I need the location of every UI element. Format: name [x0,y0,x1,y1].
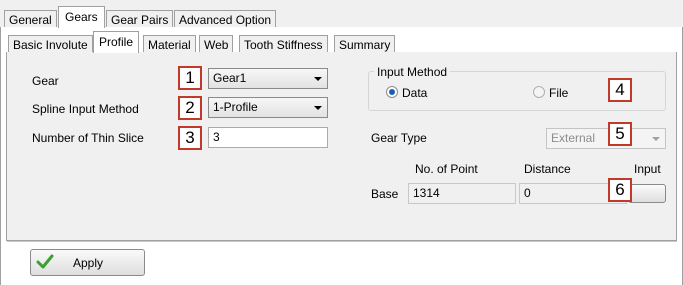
gear-select-value: Gear1 [213,71,247,85]
base-points-field[interactable]: 1314 [408,183,516,204]
radio-selected-dot [389,89,395,95]
spline-input-method-select[interactable]: 1-Profile [208,97,328,118]
tab-basic-involute[interactable]: Basic Involute [8,35,93,53]
tab-profile[interactable]: Profile [93,31,140,53]
callout-2: 2 [178,96,202,120]
radio-file[interactable] [533,86,545,98]
thin-slice-input[interactable]: 3 [208,127,328,148]
tab-tooth-stiffness-label: Tooth Stiffness [244,38,323,52]
tab-summary-label: Summary [339,38,391,52]
tab-tooth-stiffness[interactable]: Tooth Stiffness [239,35,328,53]
row-label-base: Base [371,187,399,201]
header-no-of-point: No. of Point [415,162,478,176]
tab-web[interactable]: Web [199,35,234,53]
callout-4: 4 [608,78,632,102]
tab-material[interactable]: Material [143,35,196,53]
apply-label: Apply [73,256,104,270]
tab-gear-pairs-label: Gear Pairs [111,13,169,27]
apply-button[interactable]: Apply [30,249,145,276]
tab-advanced-option[interactable]: Advanced Option [174,10,277,28]
tab-material-label: Material [148,38,191,52]
radio-file-label: File [549,86,569,100]
gear-type-label: Gear Type [371,131,427,145]
callout-1: 1 [178,66,202,90]
gear-type-select[interactable]: External [546,128,666,149]
thin-slice-value: 3 [213,130,220,144]
chevron-down-icon [652,137,660,141]
base-distance-value: 0 [524,186,531,200]
tab-summary[interactable]: Summary [334,35,396,53]
radio-data-label: Data [402,86,428,100]
callout-6: 6 [608,178,632,202]
tab-gears-label: Gears [65,10,98,24]
header-distance: Distance [524,162,571,176]
tab-general-label: General [9,13,52,27]
base-input-button[interactable] [628,184,666,203]
tab-basic-involute-label: Basic Involute [13,38,88,52]
gear-label: Gear [32,74,59,88]
tab-general[interactable]: General [4,10,57,28]
tab-profile-label: Profile [99,35,134,49]
tab-gear-pairs[interactable]: Gear Pairs [106,10,174,28]
footer-divider [7,241,677,242]
callout-5: 5 [608,122,632,146]
radio-data[interactable] [386,86,398,98]
chevron-down-icon [314,77,322,81]
header-input: Input [634,162,661,176]
callout-3: 3 [178,126,202,150]
input-method-title: Input Method [374,65,451,79]
base-points-value: 1314 [413,186,440,200]
gear-type-value: External [551,131,596,145]
spline-input-method-label: Spline Input Method [32,102,139,116]
thin-slice-label: Number of Thin Slice [32,131,144,145]
chevron-down-icon [314,106,322,110]
tab-gears[interactable]: Gears [58,6,105,28]
gear-select[interactable]: Gear1 [208,68,328,89]
tab-advanced-option-label: Advanced Option [179,13,272,27]
checkmark-icon [36,253,54,274]
spline-input-method-value: 1-Profile [213,100,258,114]
tab-web-label: Web [204,38,229,52]
